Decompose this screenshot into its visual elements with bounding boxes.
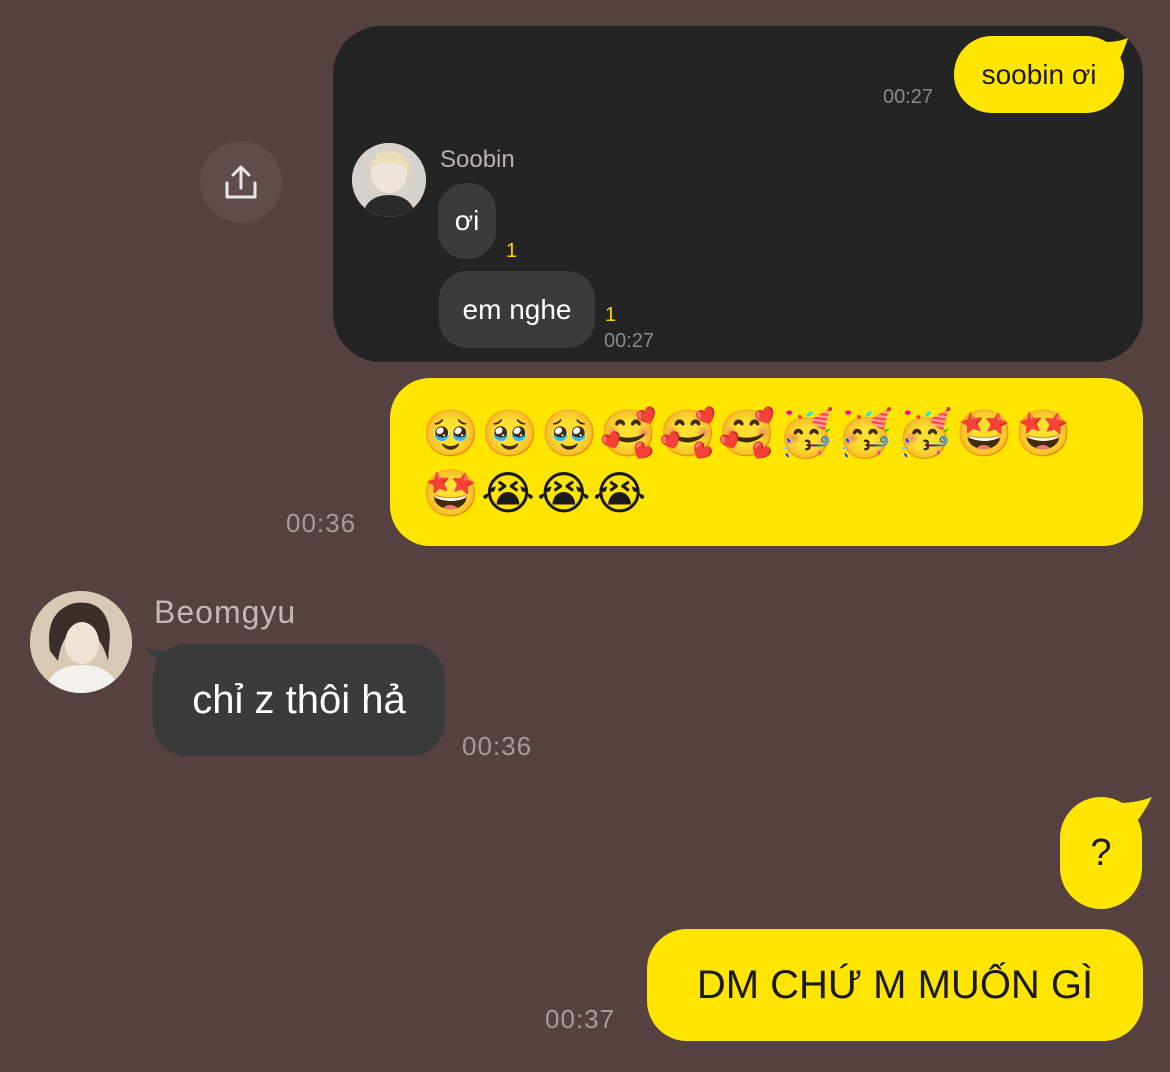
emoji-text: 🥹🥹🥹🥰🥰🥰🥳🥳🥳🤩🤩: [422, 407, 1075, 459]
message-time: 00:36: [286, 508, 357, 538]
message-text: soobin ơi: [981, 58, 1097, 90]
message-bubble-received[interactable]: chỉ z thôi hả: [153, 644, 445, 756]
message-bubble-sent[interactable]: DM CHỨ M MUỐN GÌ: [647, 929, 1143, 1041]
message-time: 00:27: [604, 330, 655, 352]
avatar-image: [352, 143, 426, 217]
emoji-text: 🤩😭😭😭: [422, 467, 649, 519]
sender-name: Soobin: [440, 146, 515, 173]
avatar-beomgyu[interactable]: [30, 591, 132, 693]
message-bubble-received[interactable]: ơi: [438, 183, 496, 259]
message-text: ơi: [454, 205, 480, 236]
message-text: ?: [1090, 831, 1112, 874]
sender-name: Beomgyu: [154, 594, 297, 630]
avatar-image: [30, 591, 132, 693]
unread-count: 1: [506, 240, 518, 262]
message-time: 00:37: [545, 1004, 616, 1034]
share-icon: [225, 165, 257, 199]
message-bubble-sent[interactable]: 🥹🥹🥹🥰🥰🥰🥳🥳🥳🤩🤩 🤩😭😭😭: [390, 378, 1143, 546]
message-text: em nghe: [462, 293, 572, 325]
message-bubble-received[interactable]: em nghe: [439, 271, 595, 348]
message-time: 00:36: [462, 731, 533, 761]
message-time: 00:27: [883, 86, 934, 108]
unread-count: 1: [605, 304, 617, 326]
message-text: DM CHỨ M MUỐN GÌ: [696, 962, 1094, 1007]
message-text: chỉ z thôi hả: [192, 677, 406, 722]
message-bubble-sent[interactable]: ?: [1060, 797, 1142, 909]
avatar-soobin[interactable]: [352, 143, 426, 217]
share-button[interactable]: [200, 141, 282, 223]
message-bubble-sent[interactable]: soobin ơi: [954, 36, 1124, 113]
